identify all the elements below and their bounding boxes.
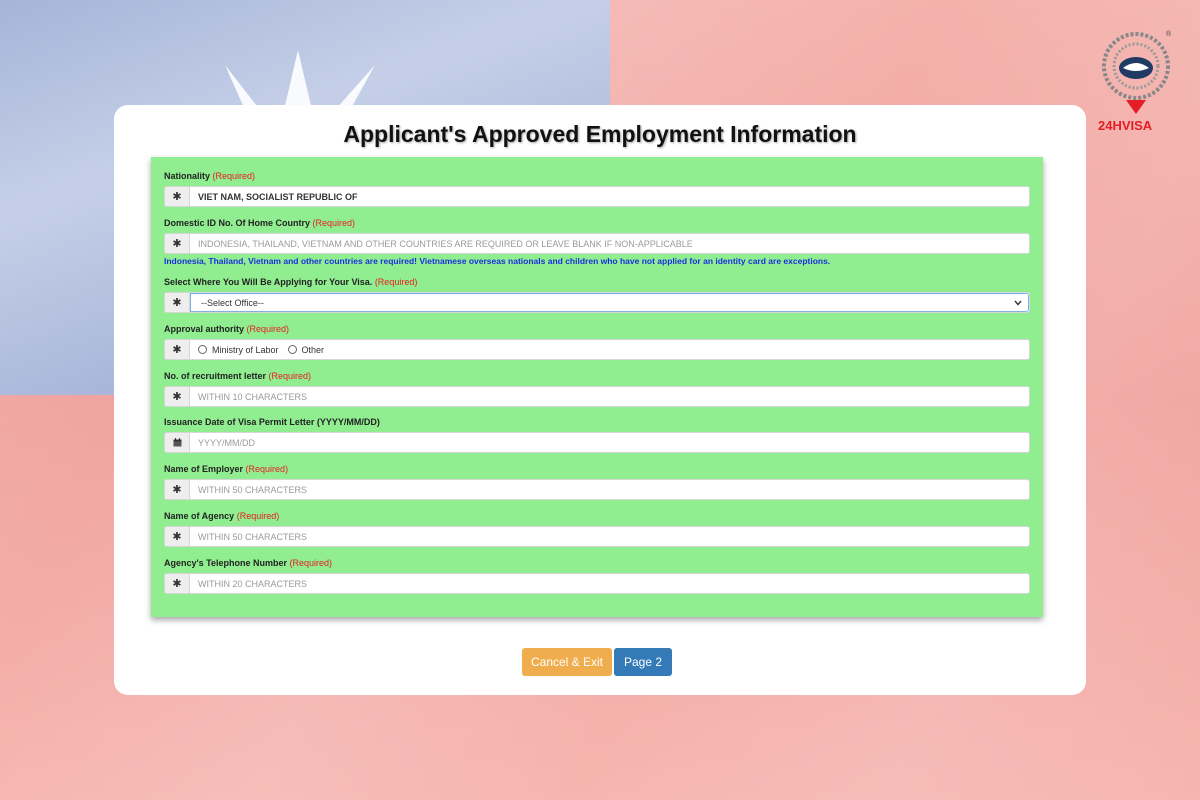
recruitment-letter-label: No. of recruitment letter bbox=[164, 371, 267, 381]
required-tag: (Required) bbox=[289, 558, 333, 568]
nationality-label: Nationality bbox=[164, 171, 211, 181]
nationality-input[interactable] bbox=[190, 187, 1029, 206]
employment-form: Nationality (Required) ✱ Domestic ID No.… bbox=[151, 157, 1043, 617]
brand-logo: ® 24HVISA bbox=[1098, 30, 1172, 133]
page-2-button[interactable]: Page 2 bbox=[614, 648, 672, 676]
asterisk-icon: ✱ bbox=[165, 527, 190, 546]
page-title: Applicant's Approved Employment Informat… bbox=[343, 121, 857, 147]
agency-phone-label: Agency's Telephone Number bbox=[164, 558, 287, 568]
employer-name-field: Name of Employer (Required) ✱ bbox=[164, 462, 1030, 500]
required-tag: (Required) bbox=[312, 218, 356, 228]
domestic-id-hint: Indonesia, Thailand, Vietnam and other c… bbox=[164, 256, 831, 266]
asterisk-icon: ✱ bbox=[165, 340, 190, 359]
radio-label: Other bbox=[301, 344, 325, 355]
calendar-icon[interactable] bbox=[165, 433, 190, 452]
registered-mark: ® bbox=[1166, 30, 1172, 38]
required-tag: (Required) bbox=[268, 371, 312, 381]
form-card: Applicant's Approved Employment Informat… bbox=[114, 105, 1086, 695]
radio-other[interactable]: Other bbox=[287, 344, 325, 355]
issuance-date-field: Issuance Date of Visa Permit Letter (YYY… bbox=[164, 415, 1030, 453]
asterisk-icon: ✱ bbox=[165, 293, 190, 312]
radio-button[interactable] bbox=[198, 345, 207, 354]
approval-authority-field: Approval authority (Required) ✱ Ministry… bbox=[164, 322, 1030, 360]
agency-name-label: Name of Agency bbox=[164, 511, 235, 521]
radio-ministry-of-labor[interactable]: Ministry of Labor bbox=[198, 345, 279, 355]
approval-authority-label: Approval authority bbox=[164, 324, 245, 334]
asterisk-icon: ✱ bbox=[165, 480, 190, 499]
asterisk-icon: ✱ bbox=[165, 574, 190, 593]
required-tag: (Required) bbox=[236, 511, 280, 521]
agency-name-input[interactable] bbox=[190, 527, 1029, 546]
nationality-field: Nationality (Required) ✱ bbox=[164, 169, 1030, 207]
cancel-exit-button[interactable]: Cancel & Exit bbox=[522, 648, 612, 676]
recruitment-letter-field: No. of recruitment letter (Required) ✱ bbox=[164, 369, 1030, 407]
asterisk-icon: ✱ bbox=[165, 187, 190, 206]
chevron-down-icon bbox=[1014, 300, 1022, 306]
domestic-id-input[interactable] bbox=[190, 234, 1029, 253]
required-tag: (Required) bbox=[246, 324, 290, 334]
agency-phone-input[interactable] bbox=[190, 574, 1029, 593]
agency-name-field: Name of Agency (Required) ✱ bbox=[164, 509, 1030, 547]
domestic-id-field: Domestic ID No. Of Home Country (Require… bbox=[164, 216, 1030, 266]
domestic-id-label: Domestic ID No. Of Home Country bbox=[164, 218, 311, 228]
issuance-date-label: Issuance Date of Visa Permit Letter (YYY… bbox=[164, 417, 380, 427]
agency-phone-field: Agency's Telephone Number (Required) ✱ bbox=[164, 556, 1030, 594]
radio-label: Ministry of Labor bbox=[212, 344, 279, 355]
office-select[interactable]: --Select Office-- bbox=[190, 293, 1029, 312]
issuance-date-input[interactable] bbox=[190, 433, 1029, 452]
asterisk-icon: ✱ bbox=[165, 234, 190, 253]
required-tag: (Required) bbox=[245, 464, 289, 474]
brand-name: 24HVISA bbox=[1098, 118, 1153, 133]
approval-authority-radios: Ministry of Labor Other bbox=[190, 340, 1029, 359]
office-select-value: --Select Office-- bbox=[201, 297, 264, 308]
office-label: Select Where You Will Be Applying for Yo… bbox=[164, 277, 373, 287]
asterisk-icon: ✱ bbox=[165, 387, 190, 406]
employer-name-label: Name of Employer bbox=[164, 464, 244, 474]
recruitment-letter-input[interactable] bbox=[190, 387, 1029, 406]
radio-button[interactable] bbox=[287, 345, 297, 354]
office-field: Select Where You Will Be Applying for Yo… bbox=[164, 275, 1030, 313]
required-tag: (Required) bbox=[374, 277, 418, 287]
employer-name-input[interactable] bbox=[190, 480, 1029, 499]
required-tag: (Required) bbox=[212, 171, 256, 181]
